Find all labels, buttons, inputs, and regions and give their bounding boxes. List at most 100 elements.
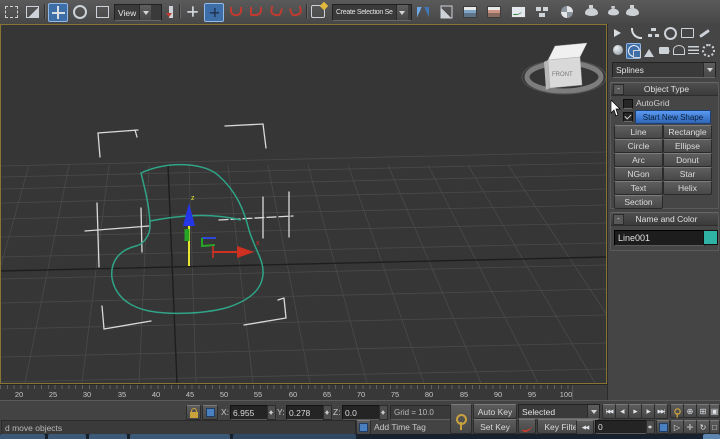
object-name-field[interactable]: Line001 [614, 230, 705, 246]
line-button[interactable]: Line [614, 125, 663, 139]
selection-lock-toggle[interactable] [186, 405, 201, 420]
reference-coordinate-system-dropdown[interactable]: View [114, 4, 162, 21]
dropdown-arrow-icon[interactable] [396, 5, 408, 20]
rectangle-button[interactable]: Rectangle [663, 125, 712, 139]
zoom-all-button[interactable]: ⊞ [696, 404, 710, 418]
arc-button[interactable]: Arc [614, 153, 663, 167]
create-tab-icon[interactable] [612, 26, 626, 40]
gizmo-plane-handle-green[interactable] [202, 238, 215, 246]
track-bar-ruler[interactable]: 20 25 30 35 40 45 50 55 60 65 70 75 80 8… [0, 385, 573, 401]
perspective-viewport[interactable]: z x FRONT [0, 24, 607, 384]
key-selection-set-dropdown[interactable]: Selected [518, 404, 600, 419]
named-selection-sets-dropdown[interactable]: Create Selection Se [332, 4, 412, 21]
play-button[interactable]: ▶ [628, 404, 642, 419]
circle-button[interactable]: Circle [614, 139, 663, 153]
auto-key-button[interactable]: Auto Key [473, 404, 517, 419]
use-pivot-point-center-icon[interactable] [162, 3, 180, 20]
shapes-category-icon[interactable] [626, 43, 641, 59]
add-time-tag[interactable]: Add Time Tag [374, 422, 426, 432]
layer-manager-icon[interactable] [461, 3, 479, 20]
geometry-category-icon[interactable] [611, 43, 624, 57]
zoom-button[interactable]: ⊕ [683, 404, 697, 418]
open-mini-curve-editor-button[interactable] [656, 420, 670, 434]
zoom-region-button[interactable]: ▷ [670, 420, 684, 434]
dropdown-arrow-icon[interactable] [139, 5, 151, 20]
systems-category-icon[interactable] [702, 43, 715, 57]
taskbar-button[interactable] [703, 434, 720, 439]
pan-button[interactable]: ✛ [683, 420, 697, 434]
donut-button[interactable]: Donut [663, 153, 712, 167]
render-setup-icon[interactable] [582, 3, 600, 20]
snap-3d-icon[interactable] [227, 3, 245, 20]
y-spinner[interactable] [323, 405, 332, 420]
cameras-category-icon[interactable] [657, 43, 670, 57]
select-and-rotate-icon[interactable] [71, 3, 89, 20]
select-and-move-icon[interactable] [48, 3, 68, 22]
curve-editor-icon[interactable] [509, 3, 527, 20]
taskbar-button[interactable] [48, 434, 86, 439]
rendered-frame-window-icon[interactable] [604, 3, 622, 20]
render-production-icon[interactable] [623, 3, 641, 20]
new-key-default-tangent-button[interactable] [518, 419, 536, 434]
taskbar-button[interactable] [130, 434, 230, 439]
space-warps-category-icon[interactable] [687, 43, 700, 57]
shape-category-dropdown[interactable]: Splines [612, 62, 716, 78]
window-crossing-icon[interactable] [23, 3, 41, 20]
material-editor-icon[interactable] [558, 3, 576, 20]
hierarchy-tab-icon[interactable] [646, 26, 660, 40]
start-new-shape-button[interactable]: Start New Shape [635, 110, 711, 124]
helpers-category-icon[interactable] [672, 43, 685, 57]
next-frame-button[interactable]: |▶ [641, 404, 655, 419]
key-mode-toggle[interactable] [670, 404, 684, 418]
go-to-start-button[interactable]: |◀◀ [602, 404, 616, 419]
dropdown-arrow-icon[interactable] [587, 405, 599, 418]
frame-spinner[interactable] [646, 420, 655, 434]
taskbar-button[interactable] [89, 434, 127, 439]
gizmo-green-handle[interactable] [185, 229, 190, 241]
y-coordinate-field[interactable]: 0.278 [286, 405, 326, 420]
text-button[interactable]: Text [614, 181, 663, 195]
object-color-swatch[interactable] [703, 230, 718, 245]
helix-button[interactable]: Helix [663, 181, 712, 195]
select-and-scale-icon[interactable] [93, 3, 111, 20]
taskbar-button[interactable] [0, 434, 45, 439]
angle-snap-toggle-icon[interactable] [247, 3, 265, 20]
schematic-view-icon[interactable] [533, 3, 551, 20]
autogrid-checkbox[interactable] [623, 99, 633, 109]
keyboard-shortcut-override-icon[interactable] [309, 3, 327, 20]
spinner-snap-toggle-icon[interactable] [287, 3, 305, 20]
collapse-icon[interactable]: - [613, 84, 624, 95]
motion-tab-icon[interactable] [663, 26, 677, 40]
time-slider-track-bar[interactable]: 20 25 30 35 40 45 50 55 60 65 70 75 80 8… [0, 384, 607, 401]
utilities-tab-icon[interactable] [697, 26, 711, 40]
x-spinner[interactable] [267, 405, 276, 420]
collapse-icon[interactable]: - [613, 214, 624, 225]
viewcube[interactable]: FRONT [522, 43, 606, 94]
go-to-end-button[interactable]: ▶▶| [654, 404, 668, 419]
orbit-button[interactable]: ↻ [696, 420, 710, 434]
previous-key-button[interactable]: ◀◀ [576, 420, 594, 435]
set-keys-button[interactable] [450, 404, 472, 434]
start-new-shape-checkbox[interactable] [623, 112, 633, 122]
taskbar-button[interactable] [233, 434, 356, 439]
set-key-button[interactable]: Set Key [473, 419, 517, 434]
x-coordinate-field[interactable]: 6.955 [230, 405, 270, 420]
maximize-viewport-toggle[interactable]: □ [709, 420, 720, 434]
snaps-toggle-icon[interactable] [204, 3, 224, 22]
display-tab-icon[interactable] [680, 26, 694, 40]
graphite-modeling-tools-icon[interactable] [485, 3, 503, 20]
name-and-color-rollout-header[interactable]: - Name and Color [611, 212, 718, 226]
absolute-mode-transform-toggle[interactable] [202, 405, 218, 420]
zoom-extents-all-button[interactable]: ▣ [709, 404, 720, 418]
z-coordinate-field[interactable]: 0.0 [342, 405, 382, 420]
current-frame-field[interactable]: 0 [595, 420, 649, 434]
star-button[interactable]: Star [663, 167, 712, 181]
mirror-icon[interactable] [414, 3, 432, 20]
rectangular-selection-region-icon[interactable] [2, 3, 20, 20]
section-button[interactable]: Section [614, 195, 663, 209]
ngon-button[interactable]: NGon [614, 167, 663, 181]
modify-tab-icon[interactable] [629, 26, 643, 40]
dropdown-arrow-icon[interactable] [703, 63, 715, 77]
viewcube-top-face[interactable] [548, 43, 587, 60]
select-and-manipulate-icon[interactable] [183, 3, 201, 20]
